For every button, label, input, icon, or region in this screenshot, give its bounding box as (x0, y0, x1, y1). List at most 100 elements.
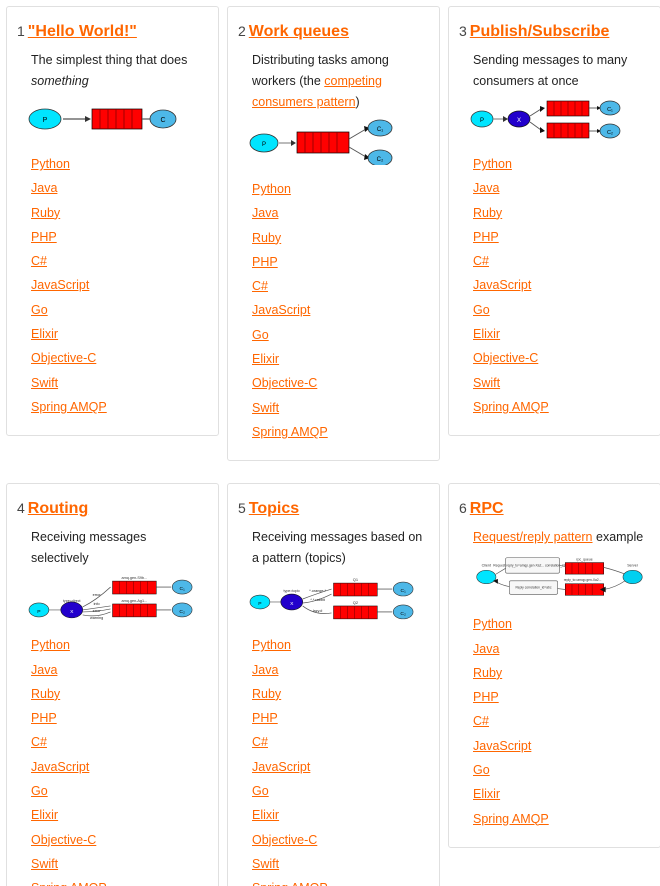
language-link-javascript[interactable]: JavaScript (252, 303, 310, 317)
language-link-go[interactable]: Go (473, 763, 490, 777)
card-title-link[interactable]: Topics (249, 500, 299, 517)
language-list-item: C# (252, 274, 427, 298)
language-list-item: Spring AMQP (473, 395, 648, 419)
desc-text: Receiving messages selectively (31, 530, 147, 566)
language-list-item: Elixir (473, 782, 648, 806)
language-list-item: Elixir (31, 322, 206, 346)
language-link-python[interactable]: Python (473, 157, 512, 171)
language-list-item: Python (31, 633, 206, 657)
language-link-ruby[interactable]: Ruby (252, 231, 281, 245)
language-link-ruby[interactable]: Ruby (252, 687, 281, 701)
language-link-elixir[interactable]: Elixir (252, 352, 279, 366)
exchange-type-label: type=direct (63, 599, 81, 603)
language-link-elixir[interactable]: Elixir (31, 808, 58, 822)
language-link-python[interactable]: Python (31, 638, 70, 652)
language-link-elixir[interactable]: Elixir (473, 327, 500, 341)
card-title-link[interactable]: Routing (28, 500, 88, 517)
card-title-link[interactable]: RPC (470, 500, 504, 517)
language-link-swift[interactable]: Swift (473, 376, 500, 390)
language-link-c[interactable]: C# (252, 735, 268, 749)
card-title-link[interactable]: Publish/Subscribe (470, 23, 610, 40)
consumer-label: C (160, 117, 165, 124)
language-link-java[interactable]: Java (31, 663, 57, 677)
language-link-php[interactable]: PHP (31, 230, 57, 244)
language-link-c[interactable]: C# (31, 254, 47, 268)
language-link-spring-amqp[interactable]: Spring AMQP (473, 812, 549, 826)
language-link-spring-amqp[interactable]: Spring AMQP (31, 881, 107, 886)
language-list-item: Go (473, 758, 648, 782)
language-link-ruby[interactable]: Ruby (473, 666, 502, 680)
language-link-python[interactable]: Python (473, 617, 512, 631)
hello-world-svg: P C (28, 108, 177, 130)
language-link-go[interactable]: Go (252, 328, 269, 342)
language-link-swift[interactable]: Swift (252, 857, 279, 871)
language-link-php[interactable]: PHP (252, 255, 278, 269)
language-link-java[interactable]: Java (31, 181, 57, 195)
language-link-spring-amqp[interactable]: Spring AMQP (473, 400, 549, 414)
language-list-item: JavaScript (31, 273, 206, 297)
language-link-elixir[interactable]: Elixir (473, 787, 500, 801)
language-link-ruby[interactable]: Ruby (31, 687, 60, 701)
language-link-objective-c[interactable]: Objective-C (473, 351, 538, 365)
queue-1-name: amq.gen-S9b... (122, 576, 148, 580)
language-link-javascript[interactable]: JavaScript (31, 278, 89, 292)
language-link-c[interactable]: C# (473, 254, 489, 268)
language-link-java[interactable]: Java (473, 181, 499, 195)
language-link-ruby[interactable]: Ruby (473, 206, 502, 220)
language-link-go[interactable]: Go (252, 784, 269, 798)
binding-label-rabbit: *.*.rabbit (310, 598, 325, 602)
request-reply-pattern-link[interactable]: Request/reply pattern (473, 530, 593, 544)
language-link-php[interactable]: PHP (252, 711, 278, 725)
language-link-javascript[interactable]: JavaScript (473, 278, 531, 292)
tutorial-card-5: 5 Topics Receiving messages based on a pa… (227, 483, 440, 886)
language-link-spring-amqp[interactable]: Spring AMQP (252, 425, 328, 439)
language-link-java[interactable]: Java (252, 206, 278, 220)
language-link-java[interactable]: Java (473, 642, 499, 656)
language-link-python[interactable]: Python (252, 182, 291, 196)
language-link-objective-c[interactable]: Objective-C (252, 376, 317, 390)
reply-queue-label: reply_to=amqp.gen-Xa2... (564, 578, 602, 582)
language-list-item: Objective-C (31, 828, 206, 852)
language-list-item: Python (473, 612, 648, 636)
language-link-swift[interactable]: Swift (31, 857, 58, 871)
language-link-php[interactable]: PHP (473, 230, 499, 244)
language-link-elixir[interactable]: Elixir (252, 808, 279, 822)
language-link-c[interactable]: C# (31, 735, 47, 749)
card-title-link[interactable]: "Hello World!" (28, 23, 137, 40)
language-link-go[interactable]: Go (473, 303, 490, 317)
language-list-item: C# (252, 730, 427, 754)
language-link-javascript[interactable]: JavaScript (31, 760, 89, 774)
card-title-link[interactable]: Work queues (249, 23, 349, 40)
card-number: 5 (238, 500, 246, 517)
language-link-swift[interactable]: Swift (252, 401, 279, 415)
language-link-php[interactable]: PHP (473, 690, 499, 704)
language-list-item: C# (31, 730, 206, 754)
language-link-ruby[interactable]: Ruby (31, 206, 60, 220)
language-link-python[interactable]: Python (31, 157, 70, 171)
language-link-go[interactable]: Go (31, 303, 48, 317)
arrow-head (291, 140, 296, 146)
language-link-objective-c[interactable]: Objective-C (31, 351, 96, 365)
language-list-item: PHP (252, 706, 427, 730)
language-link-objective-c[interactable]: Objective-C (252, 833, 317, 847)
exchange-label: X (517, 118, 521, 124)
language-link-spring-amqp[interactable]: Spring AMQP (252, 881, 328, 886)
language-link-go[interactable]: Go (31, 784, 48, 798)
language-link-swift[interactable]: Swift (31, 376, 58, 390)
language-list-item: Ruby (252, 226, 427, 250)
language-link-python[interactable]: Python (252, 638, 291, 652)
language-link-objective-c[interactable]: Objective-C (31, 833, 96, 847)
language-list-item: C# (31, 249, 206, 273)
card-heading: 4 Routing (17, 498, 206, 519)
language-link-javascript[interactable]: JavaScript (252, 760, 310, 774)
desc-emphasis: something (31, 74, 89, 88)
language-link-javascript[interactable]: JavaScript (473, 739, 531, 753)
routing-svg: P X type=direct error info error warning… (28, 576, 193, 620)
language-link-c[interactable]: C# (473, 714, 489, 728)
language-link-php[interactable]: PHP (31, 711, 57, 725)
bind-line-1 (529, 108, 542, 117)
language-link-elixir[interactable]: Elixir (31, 327, 58, 341)
language-link-spring-amqp[interactable]: Spring AMQP (31, 400, 107, 414)
language-link-c[interactable]: C# (252, 279, 268, 293)
language-link-java[interactable]: Java (252, 663, 278, 677)
